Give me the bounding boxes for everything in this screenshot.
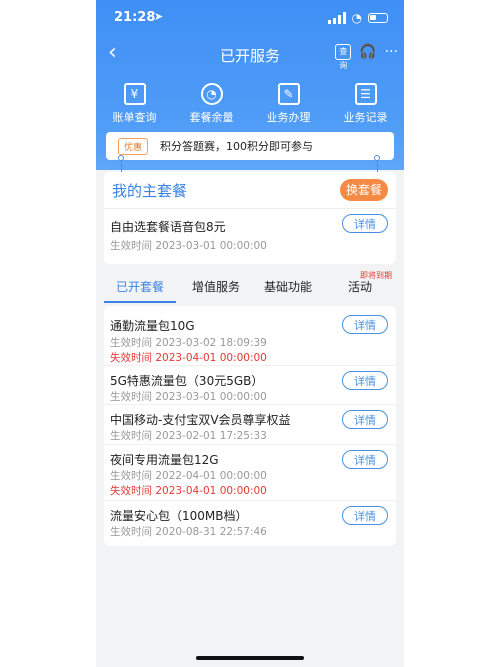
detail-button[interactable]: 详情 xyxy=(342,371,388,390)
main-plan-card: 我的主套餐 换套餐 自由选套餐语音包8元 生效时间 2023-03-01 00:… xyxy=(104,172,396,264)
tab-value-added[interactable]: 增值服务 xyxy=(192,278,240,295)
location-arrow-icon: ➤ xyxy=(154,10,164,23)
more-icon[interactable]: ··· xyxy=(385,44,398,60)
tab-basic-functions[interactable]: 基础功能 xyxy=(264,278,312,295)
list-item: 通勤流量包10G 生效时间 2023-03-02 18:09:39 失效时间 2… xyxy=(104,306,396,366)
tab-bar: 已开套餐 增值服务 基础功能 活动 即将到期 xyxy=(96,268,404,304)
promo-tag: 优惠 xyxy=(118,137,149,155)
service-name: 通勤流量包10G xyxy=(110,319,195,333)
connector-dot xyxy=(374,155,380,161)
service-expire: 失效时间 2023-04-01 00:00:00 xyxy=(110,485,267,497)
service-name: 夜间专用流量包12G xyxy=(110,453,219,467)
wifi-icon: ◔ xyxy=(351,11,362,25)
battery-icon xyxy=(368,13,388,23)
tab-indicator xyxy=(104,301,176,303)
quick-action-label: 业务记录 xyxy=(343,111,388,124)
promo-text: 积分答题赛，100积分即可参与 xyxy=(160,140,314,153)
edit-icon: ✎ xyxy=(277,83,300,105)
expiring-badge: 即将到期 xyxy=(360,271,392,280)
headset-icon[interactable]: 🎧 xyxy=(359,44,376,60)
list-item: 流量安心包（100MB档） 生效时间 2020-08-31 22:57:46 详… xyxy=(104,501,396,546)
quick-action-balance[interactable]: ◔ 套餐余量 xyxy=(173,83,250,125)
service-effective: 生效时间 2023-03-01 00:00:00 xyxy=(110,391,267,403)
service-effective: 生效时间 2023-02-01 17:25:33 xyxy=(110,430,267,442)
service-effective: 生效时间 2023-03-02 18:09:39 xyxy=(110,337,267,349)
detail-button[interactable]: 详情 xyxy=(342,315,388,334)
service-effective: 生效时间 2020-08-31 22:57:46 xyxy=(110,526,267,538)
nav-actions: 查询 🎧 ··· xyxy=(335,44,398,70)
nav-bar: ‹ 已开服务 查询 🎧 ··· xyxy=(96,38,404,70)
change-plan-button[interactable]: 换套餐 xyxy=(340,179,388,201)
main-plan-effective: 生效时间 2023-03-01 00:00:00 xyxy=(110,240,267,252)
detail-button[interactable]: 详情 xyxy=(342,450,388,469)
quick-actions: ¥ 账单查询 ◔ 套餐余量 ✎ 业务办理 ☰ 业务记录 xyxy=(96,83,404,125)
status-icons: ◔ xyxy=(327,11,388,25)
detail-button[interactable]: 详情 xyxy=(342,214,388,233)
status-bar: 21:28 ➤ ◔ xyxy=(96,0,404,36)
list-icon: ☰ xyxy=(354,83,377,105)
quick-action-handle[interactable]: ✎ 业务办理 xyxy=(250,83,327,125)
pie-chart-icon: ◔ xyxy=(200,83,223,105)
detail-button[interactable]: 详情 xyxy=(342,506,388,525)
quick-action-label: 业务办理 xyxy=(266,111,311,124)
service-expire: 失效时间 2023-04-01 00:00:00 xyxy=(110,352,267,364)
list-item: 中国移动-支付宝双V会员尊享权益 生效时间 2023-02-01 17:25:3… xyxy=(104,405,396,445)
main-plan-name: 自由选套餐语音包8元 xyxy=(110,220,226,234)
list-item: 5G特惠流量包（30元5GB） 生效时间 2023-03-01 00:00:00… xyxy=(104,366,396,405)
quick-action-bill[interactable]: ¥ 账单查询 xyxy=(96,83,173,125)
status-time: 21:28 xyxy=(114,10,156,25)
quick-action-label: 账单查询 xyxy=(112,111,157,124)
service-list: 通勤流量包10G 生效时间 2023-03-02 18:09:39 失效时间 2… xyxy=(104,306,396,546)
quick-action-label: 套餐余量 xyxy=(189,111,234,124)
query-service-icon[interactable]: 查询 xyxy=(335,44,352,70)
main-plan-header: 我的主套餐 换套餐 xyxy=(104,172,396,209)
service-name: 5G特惠流量包（30元5GB） xyxy=(110,374,264,388)
connector-dot xyxy=(118,155,124,161)
service-effective: 生效时间 2022-04-01 00:00:00 xyxy=(110,470,267,482)
service-name: 流量安心包（100MB档） xyxy=(110,509,248,523)
bill-icon: ¥ xyxy=(123,83,146,105)
list-item: 夜间专用流量包12G 生效时间 2022-04-01 00:00:00 失效时间… xyxy=(104,445,396,501)
tab-opened-plans[interactable]: 已开套餐 xyxy=(116,278,164,295)
home-indicator[interactable] xyxy=(196,656,304,660)
service-name: 中国移动-支付宝双V会员尊享权益 xyxy=(110,413,291,427)
phone-screen: 21:28 ➤ ◔ ‹ 已开服务 查询 🎧 ··· ¥ 账单查询 ◔ 套餐余量 xyxy=(96,0,404,667)
main-plan-title: 我的主套餐 xyxy=(112,182,188,200)
quick-action-records[interactable]: ☰ 业务记录 xyxy=(327,83,404,125)
signal-icon xyxy=(327,12,346,24)
promo-banner[interactable]: 优惠 积分答题赛，100积分即可参与 xyxy=(106,132,394,160)
detail-button[interactable]: 详情 xyxy=(342,410,388,429)
